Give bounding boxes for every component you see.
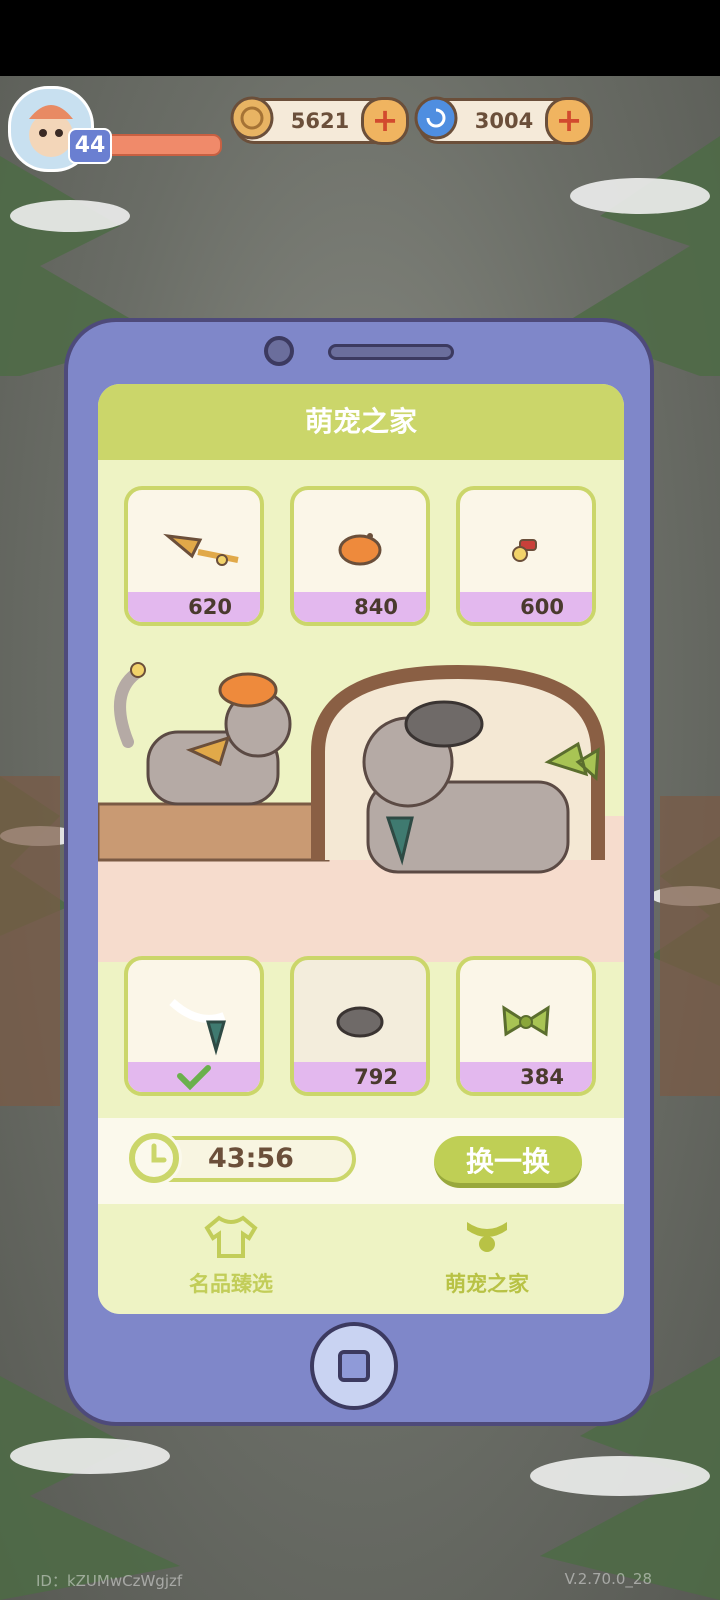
item-price: 384	[460, 1062, 592, 1092]
spiral-gem-icon	[413, 95, 459, 141]
tab-label: 萌宠之家	[445, 1272, 529, 1296]
camera-icon	[264, 336, 294, 366]
player-id-text: ID：kZUMwCzWgjzf	[36, 1572, 183, 1590]
gem-counter: 3004 +	[414, 96, 593, 145]
shirt-icon	[204, 1215, 258, 1258]
red-bell-item-icon	[460, 500, 592, 592]
pet-cat-with-beret	[114, 662, 292, 806]
speaker-slot	[328, 344, 454, 360]
pet-collar-icon	[467, 1222, 507, 1252]
top-hud: 44 5621 + 3004 +	[0, 76, 720, 186]
coin-counter: 5621 +	[230, 96, 409, 145]
refresh-button[interactable]: 换一换	[434, 1136, 582, 1188]
item-price: 792	[294, 1062, 426, 1092]
plaid-beret-item-icon	[294, 970, 426, 1062]
phone-home-button[interactable]	[310, 1322, 398, 1410]
item-price: 620	[128, 592, 260, 622]
status-bar	[0, 0, 720, 76]
tab-premium-selection[interactable]: 名品臻选	[146, 1214, 316, 1304]
add-gems-button[interactable]: +	[545, 97, 593, 145]
shop-item-bell-collar[interactable]: 620	[124, 486, 264, 626]
shop-item-green-bow[interactable]: 384	[456, 956, 596, 1096]
coin-amount: 5621	[290, 109, 350, 133]
item-price: 840	[294, 592, 426, 622]
shop-item-plaid-beret[interactable]: 792	[290, 956, 430, 1096]
tie-collar-item-icon	[128, 970, 260, 1062]
tab-label: 名品臻选	[189, 1272, 273, 1296]
bottom-tabs: 名品臻选 萌宠之家	[98, 1204, 624, 1314]
gem-amount: 3004	[474, 109, 534, 133]
owned-check-icon	[128, 1062, 260, 1092]
experience-bar	[100, 134, 222, 156]
add-coins-button[interactable]: +	[361, 97, 409, 145]
version-text: V.2.70.0_28	[564, 1570, 652, 1588]
refresh-bar: 43:56 换一换	[98, 1118, 624, 1204]
pet-room-scene	[98, 632, 624, 962]
orange-beret-item-icon	[294, 500, 426, 592]
shop-item-red-bell[interactable]: 600	[456, 486, 596, 626]
clock-icon	[126, 1130, 182, 1186]
coin-icon	[229, 95, 275, 141]
player-level-badge: 44	[68, 128, 112, 164]
home-square-icon	[338, 1350, 370, 1382]
bell-collar-item-icon	[128, 500, 260, 592]
shop-item-orange-beret[interactable]: 840	[290, 486, 430, 626]
item-price: 600	[460, 592, 592, 622]
shop-item-tie-collar[interactable]	[124, 956, 264, 1096]
shop-title: 萌宠之家	[98, 384, 624, 460]
green-bow-item-icon	[460, 970, 592, 1062]
shop-screen: 萌宠之家 620 840 600 792 384 43:56 换一换 名品臻选 …	[98, 384, 624, 1314]
tab-pet-home[interactable]: 萌宠之家	[402, 1214, 572, 1304]
phone-shop-frame: 萌宠之家 620 840 600 792 384 43:56 换一换 名品臻选 …	[64, 318, 654, 1426]
